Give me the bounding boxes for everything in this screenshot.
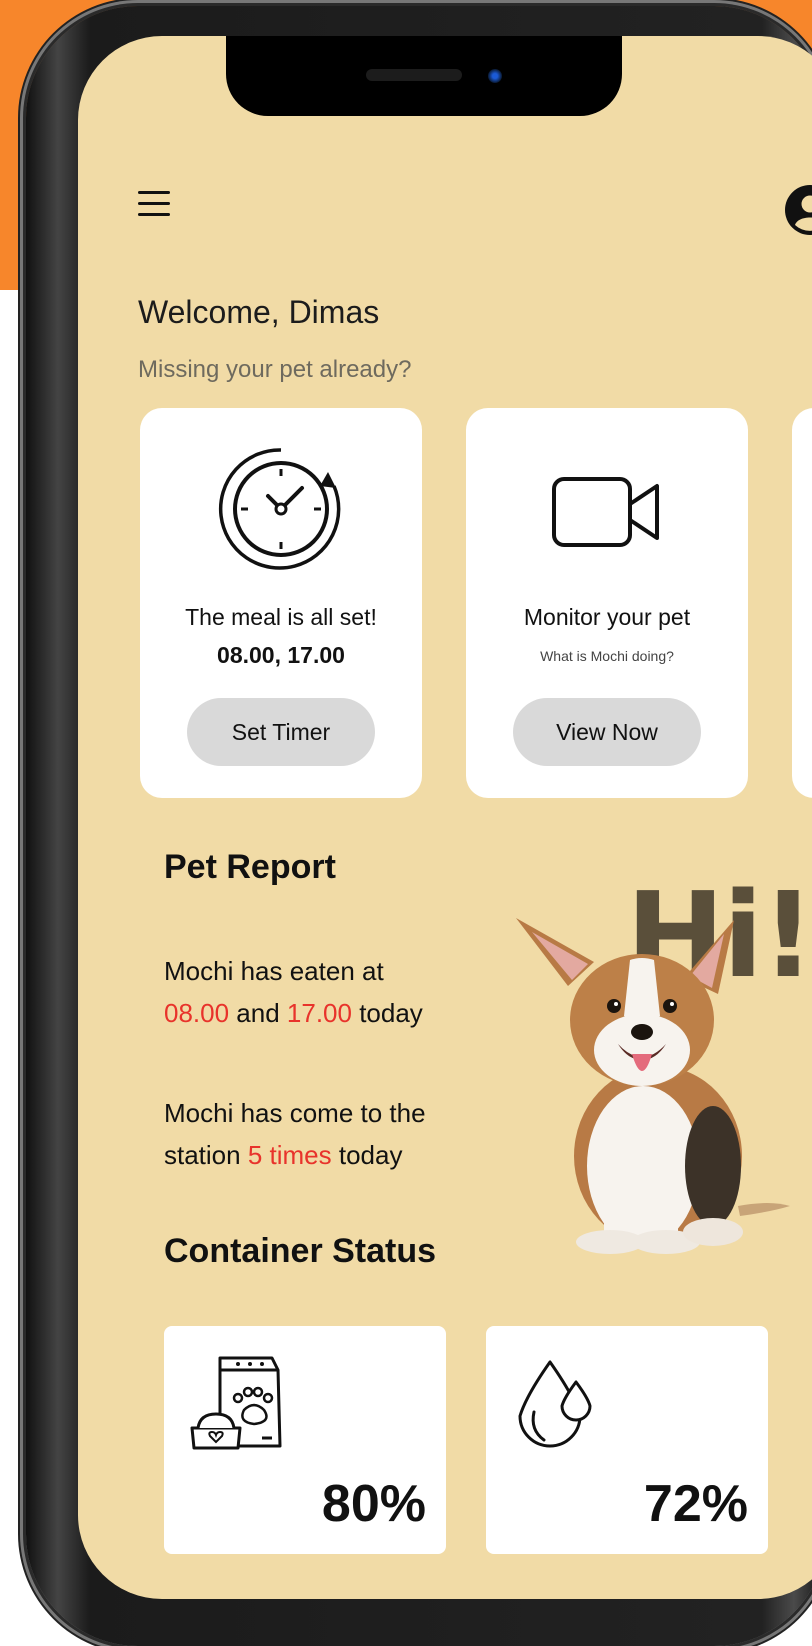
meal-report-and: and: [229, 998, 287, 1028]
speaker-grille: [366, 69, 462, 81]
meal-report-time-1: 08.00: [164, 998, 229, 1028]
pet-report-title: Pet Report: [164, 848, 336, 887]
profile-icon[interactable]: [784, 184, 812, 236]
visit-report-station: station: [164, 1140, 248, 1170]
video-camera-icon: [551, 476, 663, 548]
visit-report-prefix: Mochi has come to the: [164, 1098, 426, 1128]
visit-count: 5 times: [248, 1140, 332, 1170]
food-level-percent: 80%: [322, 1474, 426, 1534]
meal-report-time-2: 17.00: [287, 998, 352, 1028]
water-level-percent: 72%: [644, 1474, 748, 1534]
front-camera: [488, 69, 502, 83]
visit-report-text: Mochi has come to the station 5 times to…: [164, 1092, 494, 1176]
water-container-card[interactable]: 72%: [486, 1326, 768, 1554]
water-drop-icon: [514, 1356, 598, 1452]
food-container-card[interactable]: 80%: [164, 1326, 446, 1554]
meal-times: 08.00, 17.00: [140, 642, 422, 669]
pet-food-icon: [186, 1352, 290, 1456]
phone-frame: Welcome, Dimas Missing your pet already?…: [26, 6, 812, 1646]
welcome-heading: Welcome, Dimas: [138, 294, 379, 331]
timer-clock-icon: [216, 444, 346, 574]
menu-icon[interactable]: [138, 191, 170, 217]
meal-status-title: The meal is all set!: [140, 604, 422, 631]
next-card-partial[interactable]: [792, 408, 812, 798]
monitor-subtitle: What is Mochi doing?: [466, 648, 748, 664]
container-status-title: Container Status: [164, 1232, 436, 1271]
monitor-title: Monitor your pet: [466, 604, 748, 631]
welcome-subtitle: Missing your pet already?: [138, 356, 411, 384]
phone-notch: [226, 36, 622, 116]
set-timer-button[interactable]: Set Timer: [187, 698, 375, 766]
visit-report-suffix: today: [332, 1140, 403, 1170]
meal-report-suffix: today: [352, 998, 423, 1028]
corgi-puppy-image: [508, 916, 794, 1256]
app-screen: Welcome, Dimas Missing your pet already?…: [78, 36, 812, 1599]
meal-report-text: Mochi has eaten at 08.00 and 17.00 today: [164, 950, 494, 1034]
view-now-button[interactable]: View Now: [513, 698, 701, 766]
meal-timer-card: The meal is all set! 08.00, 17.00 Set Ti…: [140, 408, 422, 798]
meal-report-prefix: Mochi has eaten at: [164, 956, 384, 986]
monitor-pet-card: Monitor your pet What is Mochi doing? Vi…: [466, 408, 748, 798]
